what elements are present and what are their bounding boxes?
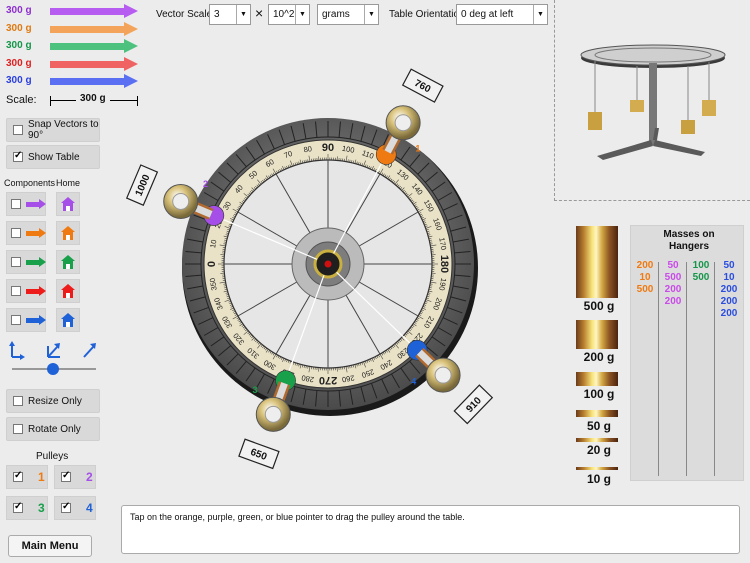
degree-label-major: 270: [319, 374, 337, 386]
mass-20g-block[interactable]: [576, 438, 618, 442]
hanger-mass-value: 500: [664, 272, 682, 283]
mass-100g-block[interactable]: [576, 372, 618, 386]
hanger-mass-value: 100: [692, 260, 710, 271]
pulley-number-label: 1: [415, 143, 420, 153]
hanger-mass-value: 50: [723, 260, 735, 271]
mass-200g-label: 200 g: [583, 350, 615, 364]
hangers-title: Masses on Hangers: [663, 229, 715, 252]
hanger-mass-value: 500: [636, 284, 654, 295]
hanger-mass-value: 10: [639, 272, 651, 283]
pulley-number-label: 2: [203, 179, 208, 189]
hanger-mass-value: 500: [692, 272, 710, 283]
degree-label-major: 180: [438, 255, 450, 273]
hanger-column: 50 500 200 200: [659, 260, 687, 308]
pulley-number-label: 4: [411, 376, 416, 386]
mass-10g-label: 10 g: [586, 472, 611, 486]
mass-50g-block[interactable]: [576, 410, 618, 417]
degree-label: 80: [303, 144, 313, 154]
mass-20g-label: 20 g: [586, 443, 611, 457]
degree-label-major: 0: [206, 261, 218, 267]
masses-on-hangers-panel: Masses on Hangers 200 10 500 50 500 200 200 100…: [630, 225, 744, 481]
mass-100g-label: 100 g: [583, 387, 615, 401]
hanger-mass-value: 200: [636, 260, 654, 271]
hanger-mass-value: 50: [667, 260, 679, 271]
degree-label: 10: [208, 239, 218, 249]
hanger-column: 50 10 200 200 200: [715, 260, 743, 320]
hanger-mass-value: 200: [720, 284, 738, 295]
hanger-mass-value: 200: [664, 284, 682, 295]
pulley-mass-tag: 650: [238, 438, 280, 470]
center-pin: [324, 260, 332, 268]
hanger-mass-value: 200: [720, 308, 738, 319]
pulley-mass-tag: 1000: [125, 164, 159, 206]
mass-10g-block[interactable]: [576, 467, 618, 470]
mass-50g-label: 50 g: [586, 419, 611, 433]
pulley-wheel-hub: [264, 405, 282, 423]
pulley-number-label: 3: [252, 385, 257, 395]
mass-200g-block[interactable]: [576, 320, 618, 349]
mass-500g-block[interactable]: [576, 226, 618, 298]
mass-500g-label: 500 g: [583, 299, 615, 313]
pulley-mass-tag: 910: [453, 384, 494, 425]
pulley-wheel-hub: [172, 192, 190, 210]
degree-label-major: 90: [322, 142, 334, 154]
hanger-column: 100 500: [687, 260, 715, 284]
hanger-divider: [658, 262, 659, 476]
hanger-divider: [686, 262, 687, 476]
pulley-wheel-hub: [394, 114, 412, 132]
hanger-column: 200 10 500: [631, 260, 659, 296]
hanger-mass-value: 200: [664, 296, 682, 307]
hanger-divider: [714, 262, 715, 476]
pulley-mass-tag: 760: [401, 68, 444, 103]
hanger-mass-value: 10: [723, 272, 735, 283]
instruction-message: Tap on the orange, purple, green, or blu…: [121, 505, 740, 554]
hanger-mass-value: 200: [720, 296, 738, 307]
pulley-wheel-hub: [434, 366, 452, 384]
